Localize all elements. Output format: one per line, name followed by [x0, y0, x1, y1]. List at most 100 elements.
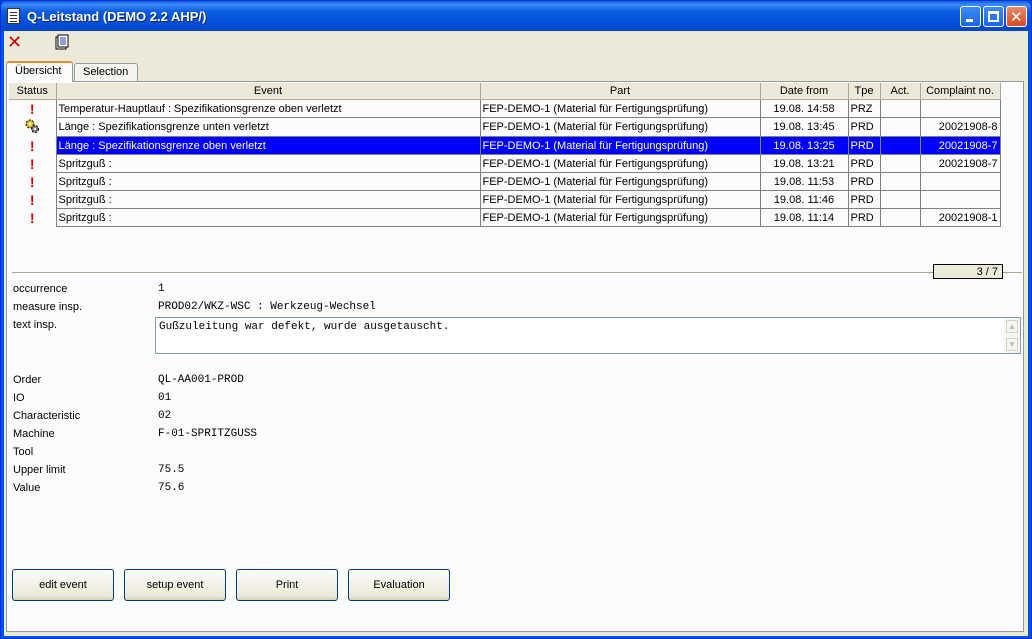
tab-uebersicht[interactable]: Übersicht	[6, 61, 73, 82]
minimize-icon	[966, 19, 973, 22]
warning-icon: !	[9, 208, 56, 227]
order-value: QL-AA001-PROD	[158, 374, 244, 386]
value-label: Value	[13, 482, 41, 494]
splitter[interactable]	[12, 272, 1022, 273]
print-button[interactable]: Print	[236, 569, 338, 601]
io-label: IO	[13, 392, 25, 404]
maximize-button[interactable]	[983, 6, 1004, 27]
complaint-cell	[919, 99, 1001, 118]
column-header-event[interactable]: Event	[56, 83, 481, 100]
title-bar[interactable]: Q-Leitstand (DEMO 2.2 AHP/) ✕	[1, 1, 1031, 31]
app-window: Q-Leitstand (DEMO 2.2 AHP/) ✕ ✕ Übersich…	[0, 0, 1032, 639]
edit-event-button[interactable]: edit event	[12, 569, 114, 601]
column-header-part[interactable]: Part	[480, 83, 761, 100]
event-cell: Länge : Spezifikationsgrenze unten verle…	[55, 117, 481, 137]
maximize-icon	[988, 11, 999, 22]
column-header-date-from[interactable]: Date from	[760, 83, 849, 100]
complaint-cell: 20021908-8	[919, 117, 1001, 137]
upper-limit-value: 75.5	[158, 464, 185, 476]
upper-limit-label: Upper limit	[13, 464, 66, 476]
table-row[interactable]: ! Temperatur-Hauptlauf : Spezifikationsg…	[9, 99, 1001, 118]
app-document-icon	[7, 8, 20, 24]
column-header-complaint-no[interactable]: Complaint no.	[920, 83, 1001, 100]
window-title: Q-Leitstand (DEMO 2.2 AHP/)	[27, 9, 207, 24]
tab-selection[interactable]: Selection	[74, 63, 138, 81]
event-cell: Spritzguß :	[55, 208, 481, 227]
scroll-down-icon[interactable]: ▼	[1006, 338, 1018, 351]
order-label: Order	[13, 374, 42, 386]
table-row[interactable]: Länge : Spezifikationsgrenze unten verle…	[9, 117, 1001, 137]
act-cell	[879, 136, 921, 155]
tpe-cell: PRD	[847, 136, 881, 155]
act-cell	[879, 154, 921, 173]
warning-icon: !	[9, 172, 56, 191]
events-table: Status Event Part Date from Tpe Act. Com…	[9, 83, 1001, 227]
measure-label: measure insp.	[13, 301, 83, 313]
setup-event-button[interactable]: setup event	[124, 569, 226, 601]
event-cell: Spritzguß :	[55, 190, 481, 209]
act-cell	[879, 190, 921, 209]
tpe-cell: PRD	[847, 117, 881, 137]
scroll-up-icon[interactable]: ▲	[1006, 320, 1018, 333]
document-icon[interactable]	[54, 34, 74, 54]
act-cell	[879, 208, 921, 227]
event-cell: Temperatur-Hauptlauf : Spezifikationsgre…	[55, 99, 481, 118]
warning-icon: !	[9, 154, 56, 173]
act-cell	[879, 117, 921, 137]
complaint-cell	[919, 190, 1001, 209]
complaint-cell	[919, 172, 1001, 191]
date-cell: 19.08. 13:25	[759, 136, 849, 155]
table-row[interactable]: ! Spritzguß : FEP-DEMO-1 (Material für F…	[9, 154, 1001, 173]
tpe-cell: PRD	[847, 208, 881, 227]
warning-icon: !	[9, 99, 56, 118]
table-row[interactable]: ! Spritzguß : FEP-DEMO-1 (Material für F…	[9, 208, 1001, 227]
date-cell: 19.08. 11:46	[759, 190, 849, 209]
text-insp-label: text insp.	[13, 319, 58, 331]
table-row[interactable]: ! Spritzguß : FEP-DEMO-1 (Material für F…	[9, 190, 1001, 209]
close-window-button[interactable]: ✕	[1006, 6, 1027, 27]
vertical-scrollbar[interactable]: ▲ ▼	[1004, 318, 1020, 353]
value-value: 75.6	[158, 482, 185, 494]
warning-icon: !	[9, 136, 56, 155]
date-cell: 19.08. 11:53	[759, 172, 849, 191]
part-cell: FEP-DEMO-1 (Material für Fertigungsprüfu…	[479, 154, 761, 173]
tab-strip: Übersicht Selection	[6, 61, 1026, 82]
minimize-button[interactable]	[960, 6, 981, 27]
date-cell: 19.08. 13:21	[759, 154, 849, 173]
occurrence-value: 1	[158, 283, 165, 295]
characteristic-label: Characteristic	[13, 410, 81, 422]
date-cell: 19.08. 11:14	[759, 208, 849, 227]
machine-label: Machine	[13, 428, 55, 440]
tpe-cell: PRD	[847, 172, 881, 191]
part-cell: FEP-DEMO-1 (Material für Fertigungsprüfu…	[479, 190, 761, 209]
evaluation-button[interactable]: Evaluation	[348, 569, 450, 601]
column-header-tpe[interactable]: Tpe	[848, 83, 881, 100]
column-header-act[interactable]: Act.	[880, 83, 921, 100]
text-insp-value: Gußzuleitung war defekt, wurde ausgetaus…	[159, 321, 450, 333]
client-area: ✕ Übersicht Selection Status Event Part …	[4, 31, 1028, 636]
complaint-cell: 20021908-7	[919, 136, 1001, 155]
table-row[interactable]: ! Spritzguß : FEP-DEMO-1 (Material für F…	[9, 172, 1001, 191]
act-cell	[879, 99, 921, 118]
close-icon: ✕	[1010, 8, 1023, 26]
gear-icon	[9, 117, 56, 137]
date-cell: 19.08. 14:58	[759, 99, 849, 118]
complaint-cell: 20021908-7	[919, 154, 1001, 173]
event-cell: Spritzguß :	[55, 154, 481, 173]
date-cell: 19.08. 13:45	[759, 117, 849, 137]
characteristic-value: 02	[158, 410, 172, 422]
event-cell: Länge : Spezifikationsgrenze oben verlet…	[55, 136, 481, 155]
event-cell: Spritzguß :	[55, 172, 481, 191]
table-row-selected[interactable]: ! Länge : Spezifikationsgrenze oben verl…	[9, 136, 1001, 155]
delete-x-icon[interactable]: ✕	[7, 34, 27, 54]
column-header-status[interactable]: Status	[9, 83, 57, 100]
text-insp-field[interactable]: Gußzuleitung war defekt, wurde ausgetaus…	[155, 317, 1021, 354]
complaint-cell: 20021908-1	[919, 208, 1001, 227]
overview-panel: Status Event Part Date from Tpe Act. Com…	[6, 81, 1024, 632]
record-counter: 3 / 7	[933, 264, 1003, 279]
part-cell: FEP-DEMO-1 (Material für Fertigungsprüfu…	[479, 172, 761, 191]
measure-value: PROD02/WKZ-WSC : Werkzeug-Wechsel	[158, 301, 376, 313]
io-value: 01	[158, 392, 172, 404]
act-cell	[879, 172, 921, 191]
part-cell: FEP-DEMO-1 (Material für Fertigungsprüfu…	[479, 208, 761, 227]
